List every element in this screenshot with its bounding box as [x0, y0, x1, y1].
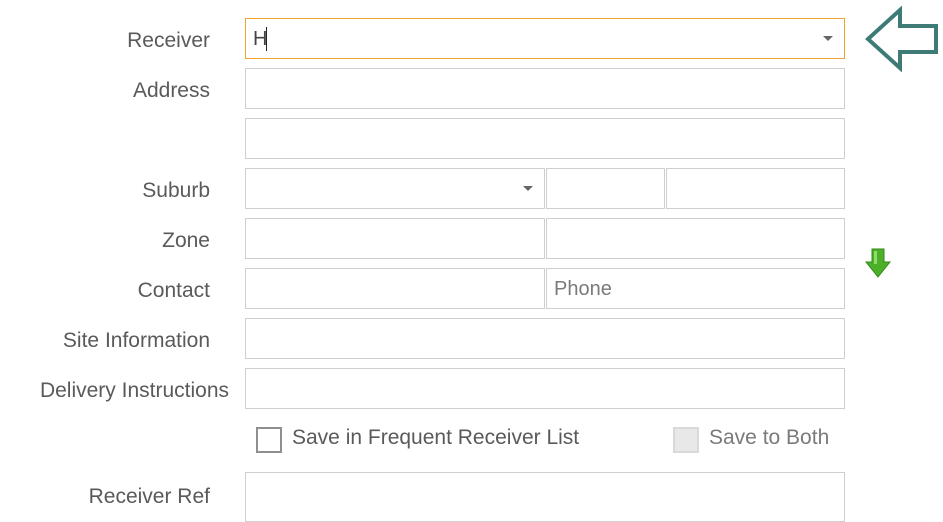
- zone-input[interactable]: [245, 218, 545, 259]
- save-frequent-label[interactable]: Save in Frequent Receiver List: [292, 426, 579, 450]
- phone-input[interactable]: Phone: [546, 268, 845, 309]
- chevron-down-icon[interactable]: [523, 186, 533, 191]
- site-information-input[interactable]: [245, 318, 845, 359]
- green-down-arrow-icon[interactable]: [865, 248, 891, 278]
- receiver-label: Receiver: [127, 29, 210, 52]
- site-information-label: Site Information: [62, 329, 210, 352]
- text-cursor: [266, 27, 267, 51]
- address-line2-input[interactable]: [245, 118, 845, 159]
- phone-placeholder: Phone: [554, 278, 612, 300]
- state-input[interactable]: [546, 168, 665, 209]
- save-both-checkbox[interactable]: [673, 427, 699, 453]
- address-label: Address: [132, 79, 210, 102]
- contact-name-input[interactable]: [245, 268, 545, 309]
- zone-secondary-input[interactable]: [546, 218, 845, 259]
- receiver-combobox[interactable]: H: [245, 18, 845, 59]
- suburb-label: Suburb: [142, 179, 210, 202]
- address-line1-input[interactable]: [245, 68, 845, 109]
- save-both-label[interactable]: Save to Both: [709, 426, 829, 450]
- receiver-ref-label: Receiver Ref: [88, 485, 210, 508]
- receiver-ref-input[interactable]: [245, 472, 845, 522]
- left-arrow-outline-icon: [865, 6, 938, 72]
- save-frequent-checkbox[interactable]: [256, 427, 282, 453]
- postcode-input[interactable]: [666, 168, 845, 209]
- zone-label: Zone: [162, 229, 210, 252]
- chevron-down-icon[interactable]: [823, 36, 833, 41]
- delivery-instructions-label: Delivery Instructions: [39, 379, 229, 402]
- suburb-dropdown[interactable]: [245, 168, 545, 209]
- contact-label: Contact: [137, 279, 210, 302]
- delivery-instructions-input[interactable]: [245, 368, 845, 409]
